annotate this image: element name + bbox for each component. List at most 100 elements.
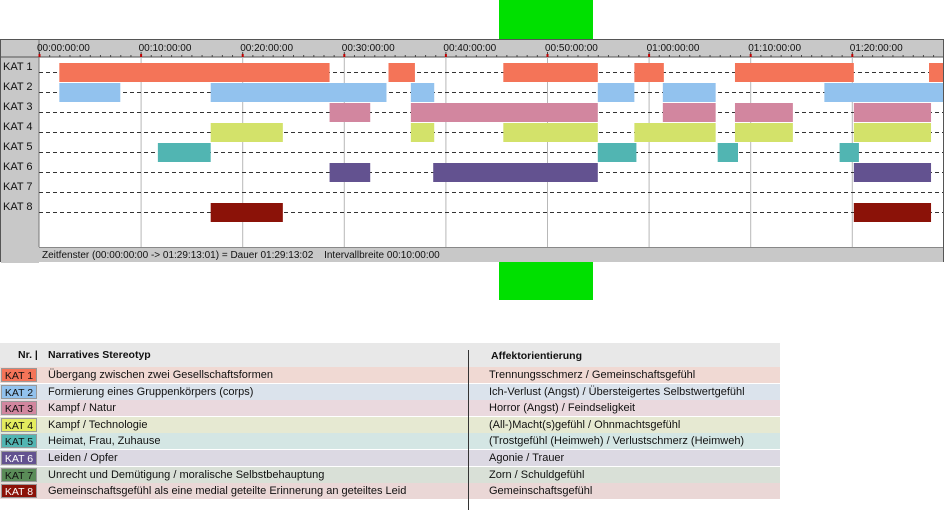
- legend-category-swatch: KAT 1: [1, 368, 37, 382]
- timeline-panel: 00:00:00:00 00:10:00:00 00:20:00:00 00:30:0…: [0, 39, 944, 263]
- timeline-segment: [210, 83, 387, 102]
- timeline-segment: [853, 123, 932, 142]
- timeline-segment: [210, 123, 283, 142]
- legend-category-swatch: KAT 6: [1, 451, 37, 465]
- green-marker-bottom: [499, 262, 593, 300]
- timeline-segment: [59, 83, 121, 102]
- category-label: KAT 6: [3, 161, 33, 173]
- timeline-segment: [634, 123, 716, 142]
- legend-affect-text: Horror (Angst) / Feindseligkeit: [489, 402, 636, 415]
- green-marker-top: [499, 0, 593, 39]
- ruler-red-marker: [749, 54, 752, 57]
- category-label: KAT 2: [3, 81, 33, 93]
- legend-header: Nr. | Narratives Stereotyp Affektorienti…: [0, 343, 780, 367]
- category-label: KAT 1: [3, 61, 33, 73]
- time-window-text: Zeitfenster (00:00:00:00 -> 01:29:13:01)…: [42, 250, 314, 261]
- timeline-segment: [734, 103, 793, 122]
- legend-stereotype-text: Kampf / Technologie: [48, 418, 148, 431]
- legend-stereotype-text: Gemeinschaftsgefühl als eine medial gete…: [48, 485, 407, 498]
- header-nr: Nr. |: [18, 349, 38, 361]
- x-tick-label: 00:00:00:00: [37, 43, 90, 54]
- timeline-chart: 00:00:00:00 00:10:00:00 00:20:00:00 00:30:0…: [1, 40, 943, 263]
- timeline-segment: [503, 123, 598, 142]
- legend-stereotype-text: Unrecht und Demütigung / moralische Selb…: [48, 468, 325, 481]
- category-label: KAT 3: [3, 101, 33, 113]
- legend-category-swatch: KAT 3: [1, 401, 37, 416]
- x-tick-label: 00:20:00:00: [240, 43, 293, 54]
- legend-row: KAT 1 Übergang zwischen zwei Gesellschaft…: [0, 367, 780, 383]
- timeline-segment: [597, 143, 637, 162]
- legend-stereotype-text: Kampf / Natur: [48, 402, 116, 415]
- timeline-segment: [853, 103, 932, 122]
- legend-row: KAT 7 Unrecht und Demütigung / moralische…: [0, 466, 780, 483]
- timeline-segment: [839, 143, 859, 162]
- timeline-segment: [929, 63, 943, 82]
- timeline-segment: [210, 203, 283, 222]
- timeline-segment: [503, 63, 598, 82]
- x-tick-label: 00:50:00:00: [545, 43, 598, 54]
- legend-row: KAT 6 Leiden / Opfer Agonie / Trauer: [0, 450, 780, 466]
- timeline-segment: [410, 123, 435, 142]
- legend-category-swatch: KAT 5: [1, 434, 37, 449]
- ruler-red-marker: [648, 54, 651, 57]
- timeline-segment: [59, 63, 330, 82]
- timeline-segment: [634, 63, 664, 82]
- ruler-red-marker: [38, 54, 41, 57]
- x-tick-label: 00:30:00:00: [342, 43, 395, 54]
- timeline-segment: [410, 103, 598, 122]
- timeline-segment: [734, 63, 854, 82]
- legend-affect-text: Zorn / Schuldgefühl: [489, 468, 585, 481]
- legend-category-swatch: KAT 7: [1, 467, 37, 482]
- ruler-red-marker: [140, 54, 143, 57]
- category-legend-table: Nr. | Narratives Stereotyp Affektorienti…: [0, 343, 780, 510]
- timeline-segment: [662, 83, 716, 102]
- column-separator: [468, 350, 469, 510]
- status-bar: Zeitfenster (00:00:00:00 -> 01:29:13:01)…: [39, 247, 943, 262]
- legend-stereotype-text: Heimat, Frau, Zuhause: [48, 435, 161, 448]
- category-label: KAT 4: [3, 121, 33, 133]
- legend-stereotype-text: Leiden / Opfer: [48, 452, 118, 464]
- interval-width-text: Intervallbreite 00:10:00:00: [324, 250, 440, 261]
- legend-row: KAT 5 Heimat, Frau, Zuhause (Trostgefühl (…: [0, 433, 780, 450]
- category-label: KAT 7: [3, 181, 33, 193]
- legend-category-swatch: KAT 8: [1, 484, 37, 499]
- legend-row: KAT 4 Kampf / Technologie (All-)Macht(s)ge…: [0, 416, 780, 433]
- legend-affect-text: Gemeinschaftsgefühl: [489, 485, 593, 498]
- timeline-segment: [388, 63, 415, 82]
- timeline-segment: [410, 83, 435, 102]
- timeline-segment: [853, 203, 932, 222]
- timeline-segment: [157, 143, 211, 162]
- timeline-segment: [329, 163, 371, 182]
- timeline-segment: [433, 163, 598, 182]
- header-stereotype: Narratives Stereotyp: [48, 349, 151, 361]
- legend-category-swatch: KAT 2: [1, 384, 37, 399]
- category-label: KAT 5: [3, 141, 33, 153]
- timeline-segment: [662, 103, 716, 122]
- timeline-segment: [853, 163, 932, 182]
- legend-stereotype-text: Formierung eines Gruppenkörpers (corps): [48, 385, 254, 398]
- ruler-red-marker: [851, 54, 854, 57]
- legend-affect-text: Agonie / Trauer: [489, 452, 565, 464]
- legend-affect-text: (Trostgefühl (Heimweh) / Verlustschmerz …: [489, 435, 745, 448]
- timeline-segment: [734, 123, 793, 142]
- legend-row: KAT 3 Kampf / Natur Horror (Angst) / Feind…: [0, 400, 780, 417]
- ruler-red-marker: [546, 54, 549, 57]
- x-tick-label: 00:40:00:00: [443, 43, 496, 54]
- ruler-red-marker: [343, 54, 346, 57]
- timeline-segment: [717, 143, 739, 162]
- x-tick-label: 01:00:00:00: [647, 43, 700, 54]
- timeline-segment: [597, 83, 635, 102]
- header-affect: Affektorientierung: [491, 350, 583, 362]
- timeline-segment: [329, 103, 371, 122]
- legend-category-swatch: KAT 4: [1, 417, 37, 432]
- x-tick-label: 01:10:00:00: [748, 43, 801, 54]
- ruler-red-marker: [241, 54, 244, 57]
- ruler-red-marker: [444, 54, 447, 57]
- legend-affect-text: (All-)Macht(s)gefühl / Ohnmachtsgefühl: [489, 418, 681, 431]
- x-tick-label: 01:20:00:00: [850, 43, 903, 54]
- legend-row: KAT 8 Gemeinschaftsgefühl als eine medial…: [0, 483, 780, 500]
- x-tick-label: 00:10:00:00: [139, 43, 192, 54]
- legend-stereotype-text: Übergang zwischen zwei Gesellschaftsform…: [48, 369, 273, 381]
- legend-affect-text: Ich-Verlust (Angst) / Übersteigertes Sel…: [489, 385, 745, 398]
- legend-row: KAT 2 Formierung eines Gruppenkörpers (co…: [0, 383, 780, 400]
